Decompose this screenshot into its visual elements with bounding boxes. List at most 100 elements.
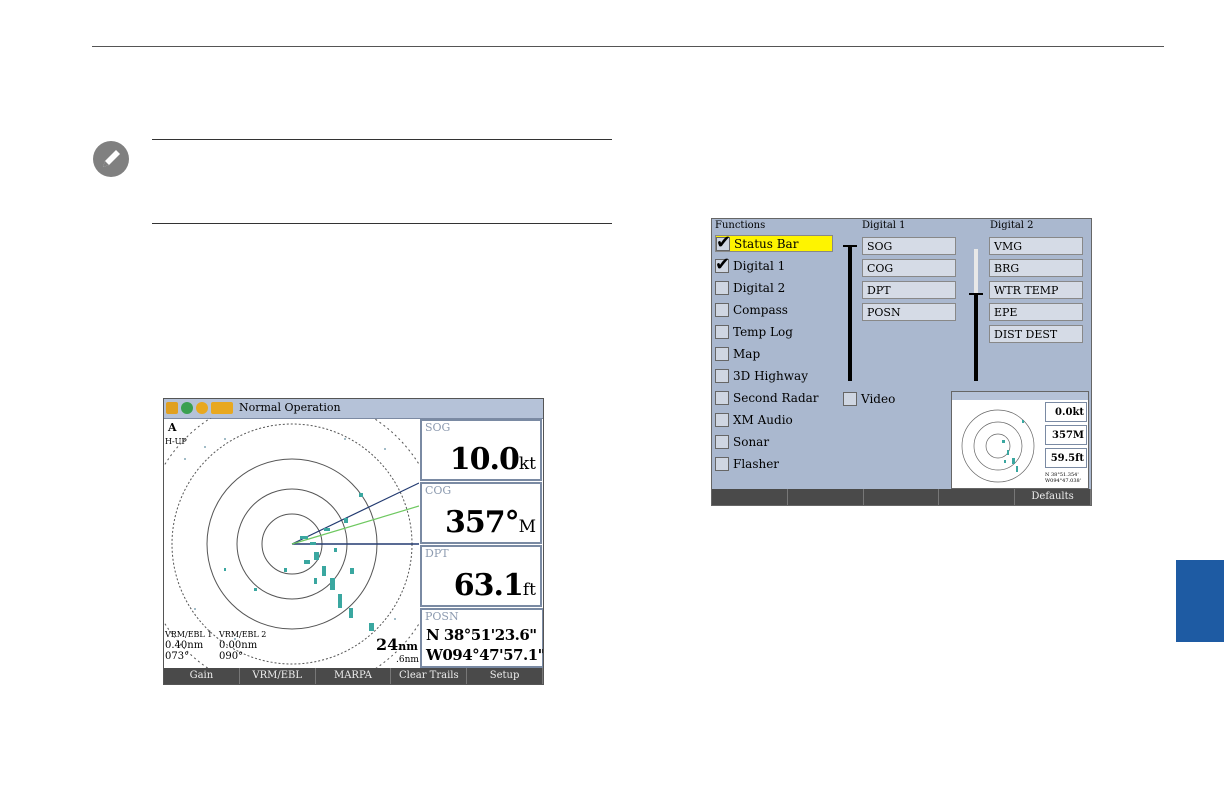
softkey-blank-4[interactable] (939, 489, 1016, 505)
softkey-blank-1[interactable] (712, 489, 788, 505)
digital1-field-2[interactable]: COG (862, 259, 956, 277)
digital2-slider-handle[interactable] (969, 293, 983, 295)
cog-box: COG 357°M (420, 482, 542, 544)
sog-box: SOG 10.0kt (420, 419, 542, 481)
posn-lat: N 38°51'23.6" (426, 626, 537, 644)
xm-audio-label: XM Audio (733, 412, 793, 427)
digital2-field-4[interactable]: EPE (989, 303, 1083, 321)
dpt-value: 63.1 (453, 568, 524, 603)
vrm-ebl-2-readout: VRM/EBL 2 0.00nm 090° (219, 629, 266, 662)
digital1-field-3[interactable]: DPT (862, 281, 956, 299)
digital-2-checkbox-box[interactable] (715, 280, 729, 295)
note-top-rule (152, 139, 612, 140)
functions-header: Functions (715, 220, 766, 231)
range-readout: 24nm (376, 635, 418, 654)
range-ring-spacing: .6nm (396, 655, 419, 665)
checkbox-digital-1[interactable]: Digital 1 (715, 254, 785, 275)
checkbox-map[interactable]: Map (715, 345, 760, 362)
sog-value-wrap: 10.0kt (450, 442, 536, 477)
sonar-label: Sonar (733, 434, 770, 449)
layout-preview: 0.0kt 357M 59.5ft N 38°51.354' W094°47.0… (951, 391, 1089, 489)
digital2-field-1[interactable]: VMG (989, 237, 1083, 255)
dpt-value-wrap: 63.1ft (454, 568, 536, 603)
flasher-label: Flasher (733, 456, 780, 471)
softkey-blank-2[interactable] (788, 489, 864, 505)
softkey-clear-trails[interactable]: Clear Trails (391, 668, 468, 684)
preview-dpt: 59.5ft (1045, 448, 1087, 468)
dpt-label: DPT (425, 547, 449, 560)
preview-sog: 0.0kt (1045, 402, 1087, 422)
vrm-ebl-1-bearing: 073° (165, 651, 190, 662)
checkbox-compass[interactable]: Compass (715, 301, 788, 318)
second-radar-checkbox-box[interactable] (715, 390, 729, 405)
preview-radar-plot (961, 409, 1035, 483)
checkbox-3d-highway[interactable]: 3D Highway (715, 367, 808, 384)
range-unit: nm (398, 640, 418, 653)
sonar-checkbox-box[interactable] (715, 434, 729, 449)
preview-posn: N 38°51.354' W094°47.038' (1045, 472, 1082, 484)
temp-log-checkbox-box[interactable] (715, 324, 729, 339)
digital1-field-4[interactable]: POSN (862, 303, 956, 321)
radar-screen: Normal Operation A H-UP VRM/EBL 1 0.40nm… (163, 398, 544, 685)
dpt-box: DPT 63.1ft (420, 545, 542, 607)
checkbox-status-bar[interactable]: Status Bar (715, 232, 833, 253)
xm-audio-checkbox-box[interactable] (715, 412, 729, 427)
3d-highway-checkbox-box[interactable] (715, 368, 729, 383)
cog-unit: M (518, 517, 536, 537)
checkbox-flasher[interactable]: Flasher (715, 455, 779, 472)
softkey-marpa[interactable]: MARPA (316, 668, 392, 684)
checkbox-second-radar[interactable]: Second Radar (715, 389, 819, 406)
radar-softkey-bar: Gain VRM/EBL MARPA Clear Trails Setup (164, 668, 543, 684)
digital2-field-5[interactable]: DIST DEST (989, 325, 1083, 343)
checkbox-temp-log[interactable]: Temp Log (715, 323, 793, 340)
checkbox-digital-2[interactable]: Digital 2 (715, 279, 785, 296)
softkey-defaults[interactable]: Defaults (1015, 489, 1091, 505)
compass-checkbox-box[interactable] (715, 302, 729, 317)
flasher-checkbox-box[interactable] (715, 456, 729, 471)
signal-icon (181, 402, 193, 414)
digital2-slider-track-light (974, 249, 978, 293)
video-checkbox-box[interactable] (843, 391, 857, 406)
vrm-ebl-2-range: 0.00nm (219, 640, 258, 651)
sog-unit: kt (518, 454, 536, 474)
softkey-blank-3[interactable] (864, 489, 940, 505)
checkbox-sonar[interactable]: Sonar (715, 433, 769, 450)
north-marker: A (168, 421, 177, 434)
digital-1-checkbox-box[interactable] (715, 254, 730, 275)
gps-icon (166, 402, 178, 414)
orientation-label: H-UP (165, 437, 187, 446)
cog-value-wrap: 357°M (445, 505, 536, 540)
radar-setup-screen: Functions Digital 1 Digital 2 Video SOG … (711, 218, 1092, 506)
sog-label: SOG (425, 421, 451, 434)
checkbox-video[interactable]: Video (843, 390, 895, 407)
status-bar-checkbox-box[interactable] (716, 232, 731, 253)
sog-value: 10.0 (449, 442, 520, 477)
vrm-ebl-2-label: VRM/EBL 2 (219, 630, 267, 639)
map-checkbox-box[interactable] (715, 346, 729, 361)
video-label: Video (861, 391, 896, 406)
status-title: Normal Operation (239, 401, 341, 414)
digital2-field-2[interactable]: BRG (989, 259, 1083, 277)
softkey-vrm-ebl[interactable]: VRM/EBL (240, 668, 316, 684)
alarm-icon (196, 402, 208, 414)
softkey-setup[interactable]: Setup (467, 668, 543, 684)
posn-label: POSN (425, 610, 459, 623)
digital-2-label: Digital 2 (733, 280, 786, 295)
note-pencil-icon (93, 141, 129, 177)
digital2-header: Digital 2 (990, 220, 1034, 231)
preview-status-bar (952, 392, 1088, 400)
cog-label: COG (425, 484, 452, 497)
digital2-slider[interactable] (969, 249, 983, 381)
posn-box: POSN N 38°51'23.6" W094°47'57.1" (420, 608, 543, 668)
digital1-slider[interactable] (843, 245, 857, 381)
compass-label: Compass (733, 302, 788, 317)
map-label: Map (733, 346, 761, 361)
cog-value: 357° (444, 505, 520, 540)
checkbox-xm-audio[interactable]: XM Audio (715, 411, 793, 428)
digital1-slider-handle[interactable] (843, 245, 857, 247)
temp-log-label: Temp Log (733, 324, 793, 339)
softkey-gain[interactable]: Gain (164, 668, 240, 684)
digital2-field-3[interactable]: WTR TEMP (989, 281, 1083, 299)
digital1-field-1[interactable]: SOG (862, 237, 956, 255)
section-tab (1176, 560, 1224, 642)
